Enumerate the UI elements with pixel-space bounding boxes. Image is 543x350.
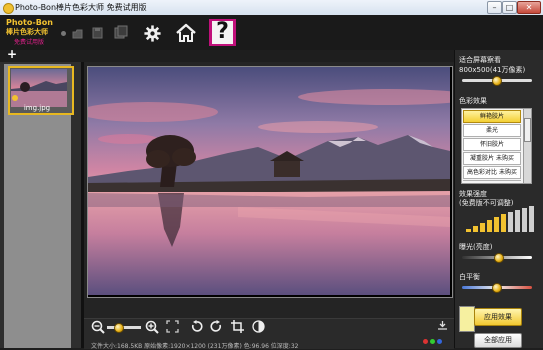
color-effects-label: 色彩效果 (459, 97, 487, 105)
strength-bar (508, 212, 513, 232)
file-info-text: 文件大小:168.5KB 原始像素:1920×1200 (231万像素) 色:9… (91, 343, 299, 350)
crop-icon[interactable] (231, 320, 244, 333)
effect-item[interactable]: 高色彩对比 未购买 (463, 166, 521, 179)
rotate-left-icon[interactable] (190, 320, 203, 333)
strength-meter[interactable] (466, 206, 538, 232)
zoom-slider-knob[interactable] (114, 323, 124, 333)
strength-bar (473, 226, 478, 232)
effect-item[interactable]: 柔光 (463, 124, 521, 137)
strength-bar (522, 208, 527, 232)
window-title: Photo-Bon棒片色彩大师 免费试用版 (15, 3, 147, 12)
rotate-right-icon[interactable] (210, 320, 223, 333)
effect-item[interactable]: 怀旧胶片 (463, 138, 521, 151)
fit-screen-icon[interactable] (166, 320, 179, 333)
photo-preview[interactable] (88, 67, 450, 295)
thumbnail-label: img.jpg (23, 104, 51, 112)
export-icon[interactable] (438, 321, 447, 330)
logo-title: Photo-Bon (6, 18, 53, 27)
thumbnail-marker-icon (12, 95, 18, 101)
help-question-icon: ? (216, 19, 229, 44)
logo-subtitle: 棒片色彩大师 (6, 28, 48, 36)
effect-item[interactable]: 鲜艳胶片 (463, 110, 521, 123)
strength-bar (529, 206, 534, 232)
strength-bar (480, 223, 485, 232)
exposure-label: 曝光(亮度) (459, 243, 493, 251)
blue-channel-icon (437, 339, 442, 344)
white-balance-slider-knob[interactable] (492, 283, 502, 293)
apply-effect-button[interactable]: 应用效果 (474, 308, 522, 326)
strength-bar (494, 217, 499, 232)
size-slider-knob[interactable] (492, 76, 502, 86)
open-icon[interactable] (72, 28, 83, 39)
strength-bar (515, 210, 520, 232)
save-as-icon[interactable] (114, 25, 128, 39)
strength-bar (466, 229, 471, 232)
red-channel-icon (423, 339, 428, 344)
thumbnail-image (11, 69, 67, 107)
minimize-button[interactable]: – (487, 1, 502, 14)
home-icon[interactable] (175, 23, 197, 43)
apply-all-button[interactable]: 全部应用 (474, 333, 522, 348)
dot-icon (61, 31, 66, 36)
effects-scrollbar-thumb[interactable] (524, 118, 531, 142)
save-icon[interactable] (92, 27, 103, 39)
close-button[interactable]: ✕ (517, 1, 541, 14)
zoom-out-icon[interactable] (91, 320, 105, 334)
output-size-label: 800x500(41万像素) (459, 66, 526, 74)
white-balance-label: 白平衡 (459, 273, 480, 281)
strength-bar (487, 220, 492, 232)
effect-preview-swatch (459, 306, 475, 332)
add-image-button[interactable]: + (7, 48, 17, 60)
fit-screen-label: 适合屏幕察看 (459, 56, 501, 64)
compare-icon[interactable] (252, 320, 265, 333)
effect-item[interactable] (463, 180, 521, 181)
app-icon (3, 3, 14, 14)
zoom-slider-track[interactable] (107, 326, 141, 329)
effects-list-items: 鲜艳胶片 柔光 怀旧胶片 凝重胶片 未购买 高色彩对比 未购买 (461, 108, 522, 182)
effect-item[interactable]: 凝重胶片 未购买 (463, 152, 521, 165)
strength-bar (501, 214, 506, 232)
green-channel-icon (430, 339, 435, 344)
maximize-button[interactable]: □ (502, 1, 517, 14)
logo-edition: 免费试用版 (14, 39, 45, 46)
zoom-in-icon[interactable] (145, 320, 159, 334)
settings-gear-icon[interactable] (144, 25, 161, 42)
